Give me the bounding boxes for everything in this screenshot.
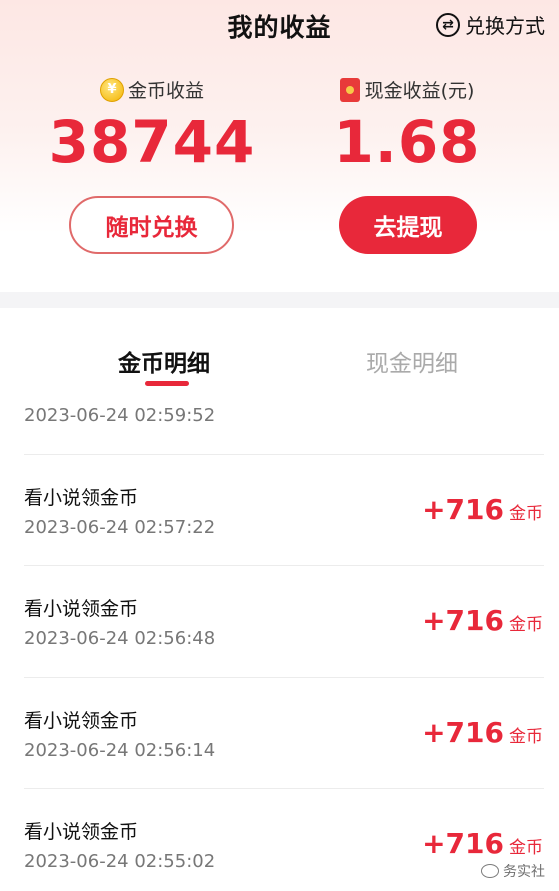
amount-value: +716: [422, 716, 504, 749]
cash-earnings-value: 1.68: [333, 108, 481, 176]
list-item: 看小说领金币 2023-06-24 02:55:02 +716 金币: [0, 789, 559, 891]
amount-value: +716: [422, 827, 504, 860]
record-amount: +716 金币: [422, 604, 543, 637]
amount-value: +716: [422, 493, 504, 526]
wechat-icon: [481, 864, 499, 878]
red-envelope-icon: [339, 77, 360, 102]
record-title: 看小说领金币: [24, 487, 139, 509]
tab-cash-detail[interactable]: 现金明细: [366, 344, 458, 378]
list-item: 看小说领金币 2023-06-24 02:56:48 +716 金币: [0, 566, 559, 676]
detail-tabs: 金币明细 现金明细: [0, 308, 559, 403]
active-tab-indicator: [145, 381, 189, 386]
cash-label-row: 现金收益(元): [267, 76, 547, 103]
record-date: 2023-06-24 02:55:02: [24, 851, 216, 872]
coin-icon: ¥: [99, 77, 124, 102]
record-amount: +716 金币: [422, 716, 543, 749]
record-amount: +716 金币: [422, 493, 543, 526]
record-date: 2023-06-24 02:56:48: [24, 628, 216, 649]
tab-coin-detail[interactable]: 金币明细: [118, 344, 210, 378]
record-title: 看小说领金币: [24, 821, 139, 843]
cash-earnings-label: 现金收益(元): [364, 80, 475, 102]
coin-label-row: ¥ 金币收益: [12, 76, 292, 103]
record-date: 2023-06-24 02:56:14: [24, 740, 216, 761]
section-divider: [0, 292, 559, 308]
list-item: 看小说领金币 2023-06-24 02:56:14 +716 金币: [0, 678, 559, 788]
amount-unit: 金币: [509, 504, 543, 524]
coin-record-list[interactable]: 2023-06-24 02:59:52 看小说领金币 2023-06-24 02…: [0, 403, 559, 891]
record-date: 2023-06-24 02:57:22: [24, 517, 216, 538]
exchange-way-button[interactable]: ⇄ 兑换方式: [436, 10, 545, 39]
withdraw-button[interactable]: 去提现: [339, 196, 477, 254]
amount-unit: 金币: [509, 615, 543, 635]
record-title: 看小说领金币: [24, 598, 139, 620]
exchange-way-label: 兑换方式: [465, 14, 545, 38]
list-item: 看小说领金币 2023-06-24 02:57:22 +716 金币: [0, 455, 559, 565]
coin-earnings-value: 38744: [48, 108, 256, 176]
record-amount: +716 金币: [422, 827, 543, 860]
watermark-text: 务实社: [503, 864, 545, 880]
record-date: 2023-06-24 02:59:52: [24, 405, 216, 426]
record-title: 看小说领金币: [24, 710, 139, 732]
exchange-anytime-button[interactable]: 随时兑换: [69, 196, 234, 254]
watermark: 务实社: [481, 861, 545, 881]
amount-unit: 金币: [509, 727, 543, 747]
coin-earnings-label: 金币收益: [127, 80, 204, 102]
exchange-icon: ⇄: [436, 12, 460, 37]
amount-value: +716: [422, 604, 504, 637]
amount-unit: 金币: [509, 838, 543, 858]
